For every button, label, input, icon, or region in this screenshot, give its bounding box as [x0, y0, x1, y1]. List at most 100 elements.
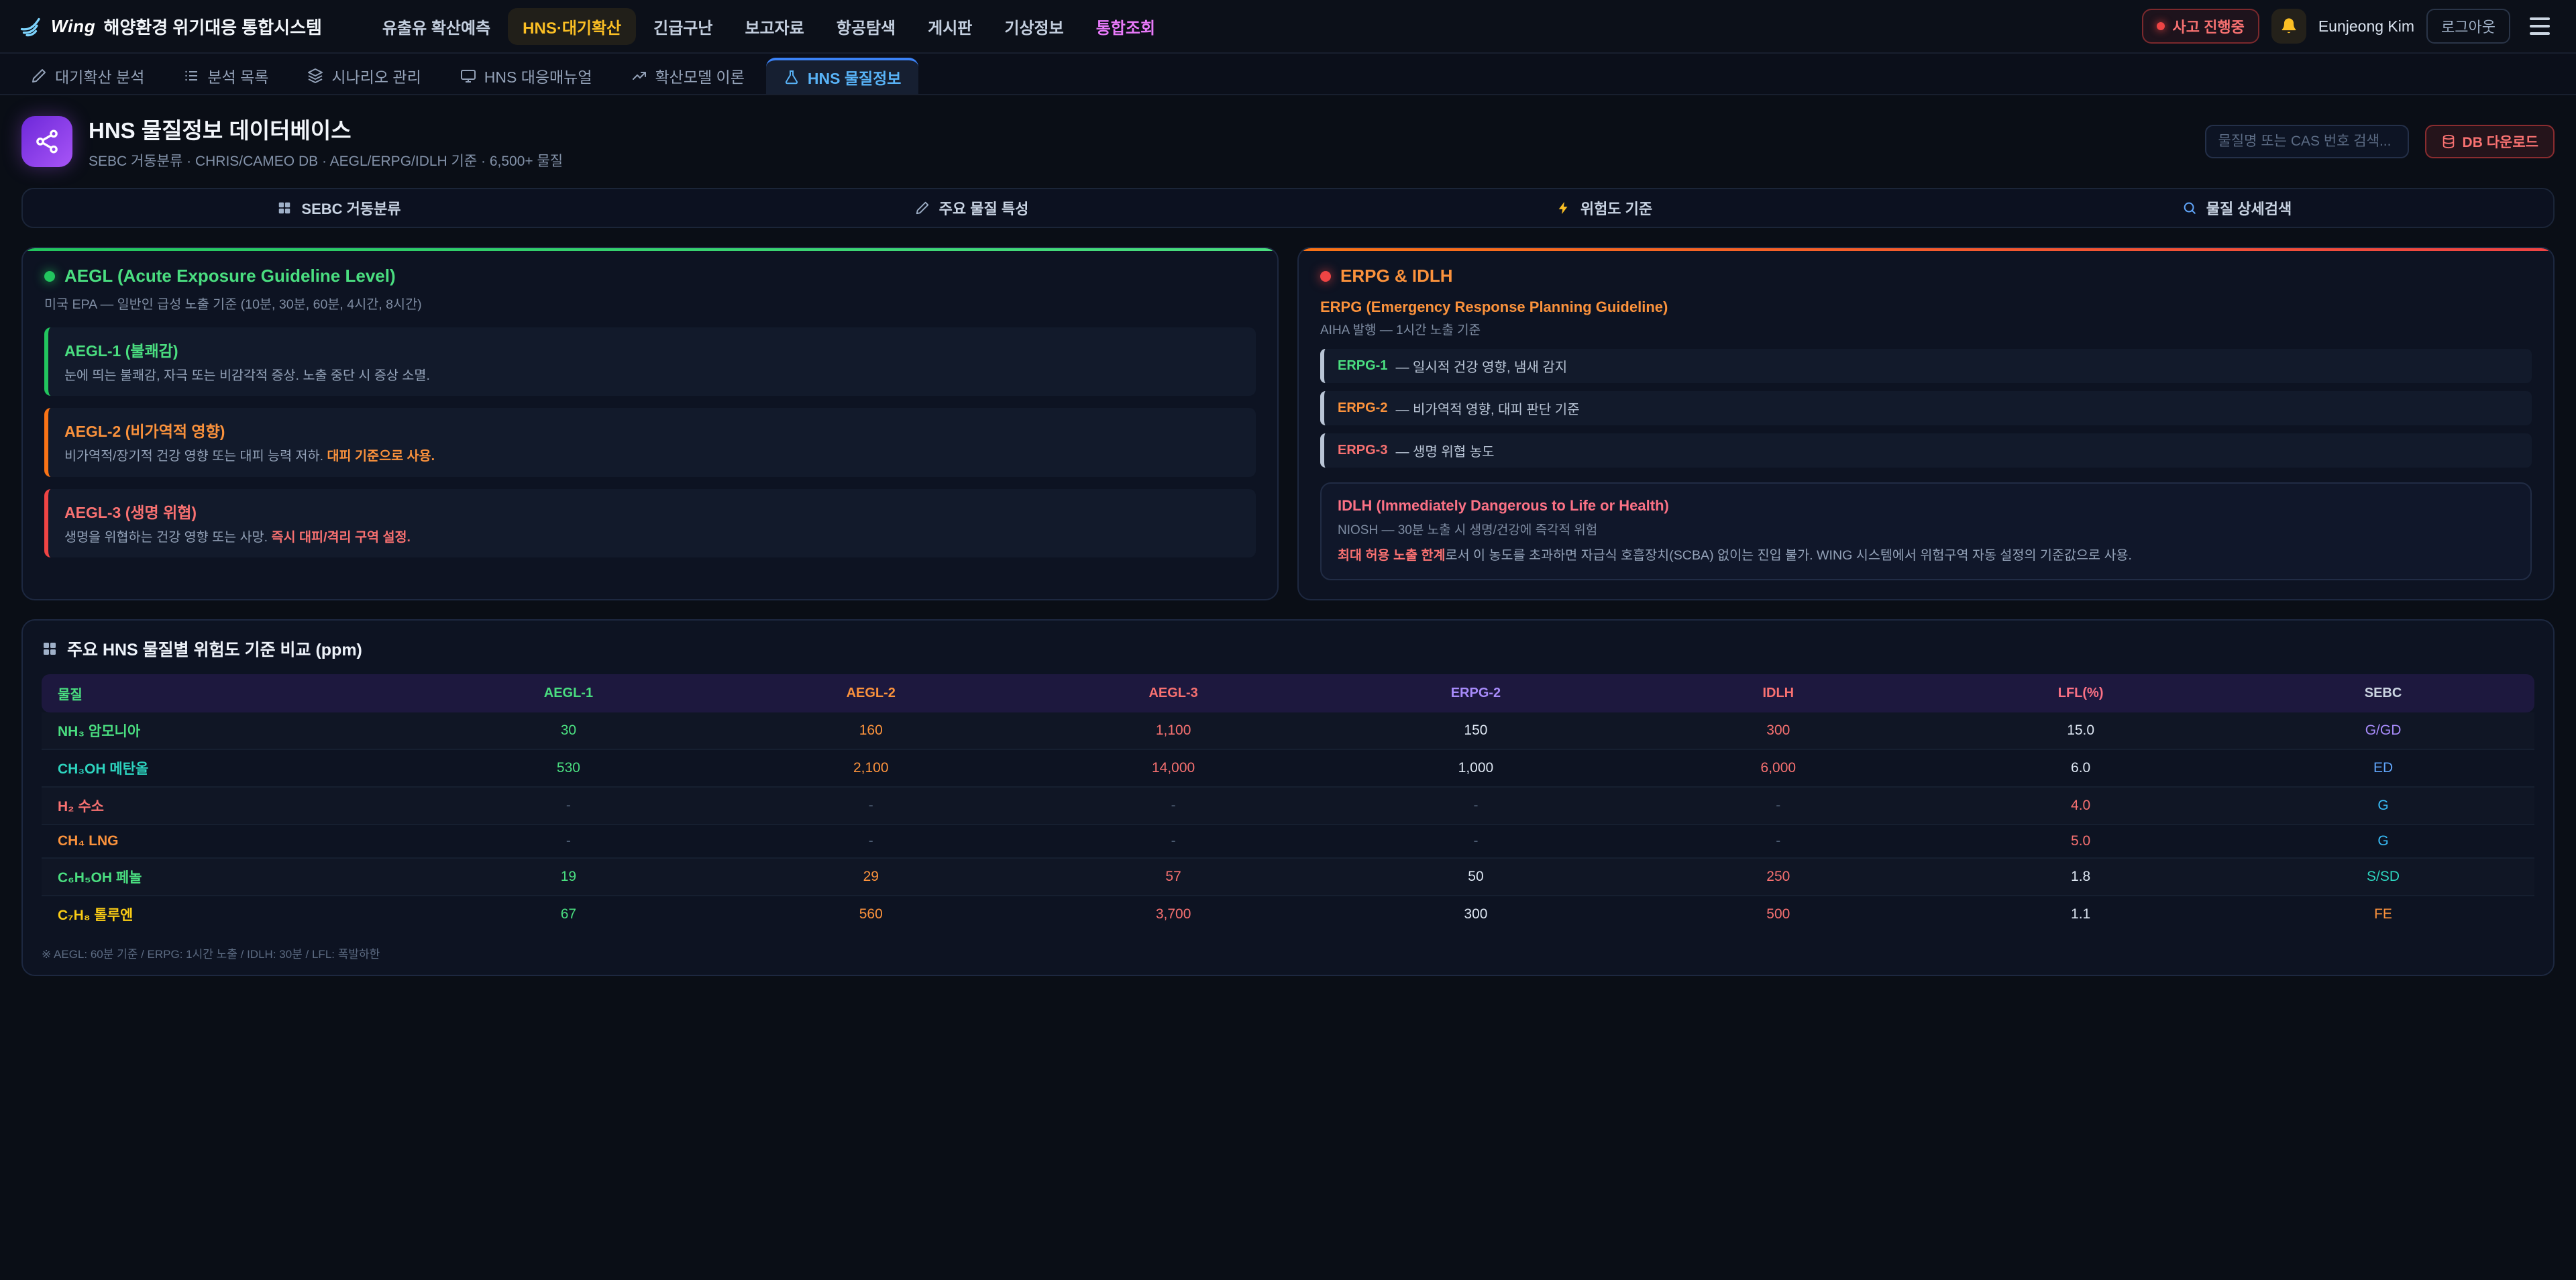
erpg-level-1-row: ERPG-1 — 일시적 건강 영향, 냄새 감지 — [1320, 349, 2532, 383]
red-dot-icon — [1320, 271, 1331, 282]
nav-item-reports[interactable]: 보고자료 — [730, 8, 818, 45]
criteria-cards: AEGL (Acute Exposure Guideline Level) 미국… — [21, 247, 2555, 600]
col-header-idlh: IDLH — [1627, 674, 1929, 712]
page-header: HNS 물질정보 데이터베이스 SEBC 거동분류 · CHRIS/CAMEO … — [0, 95, 2576, 186]
tab-dispersion-analysis[interactable]: 대기확산 분석 — [13, 58, 162, 94]
aegl-level-desc: 눈에 띄는 불쾌감, 자극 또는 비감각적 증상. 노출 중단 시 증상 소멸. — [64, 366, 1240, 385]
tab-label: HNS 대응매뉴얼 — [484, 64, 592, 87]
col-header-aegl2: AEGL-2 — [720, 674, 1022, 712]
erpg-card-title: ERPG & IDLH — [1320, 266, 2532, 286]
bolt-icon — [1556, 201, 1571, 215]
sebc-badge: G/GD — [2232, 712, 2534, 749]
nav-item-oil-spill-prediction[interactable]: 유출유 확산예측 — [368, 8, 505, 45]
substance-name: NH₃ 암모니아 — [42, 712, 417, 749]
pencil-icon — [31, 68, 47, 84]
menu-button[interactable] — [2522, 9, 2557, 44]
brand-title: 해양환경 위기대응 통합시스템 — [104, 14, 322, 39]
brand: Wing 해양환경 위기대응 통합시스템 — [19, 14, 322, 39]
tab-label: 대기확산 분석 — [55, 64, 144, 87]
monitor-icon — [460, 68, 476, 84]
col-header-aegl3: AEGL-3 — [1022, 674, 1325, 712]
substance-name: C₆H₅OH 페놀 — [42, 858, 417, 896]
tab-model-theory[interactable]: 확산모델 이론 — [614, 58, 762, 94]
section-tab-sebc[interactable]: SEBC 거동분류 — [23, 189, 655, 227]
nav-item-weather[interactable]: 기상정보 — [989, 8, 1078, 45]
tab-label: 분석 목록 — [207, 64, 268, 87]
nav-item-integrated-search[interactable]: 통합조회 — [1081, 8, 1170, 45]
hns-comparison-table: 물질 AEGL-1 AEGL-2 AEGL-3 ERPG-2 IDLH LFL(… — [42, 674, 2534, 932]
pencil-icon — [915, 201, 930, 215]
col-header-lfl: LFL(%) — [1929, 674, 2232, 712]
table-row: C₆H₅OH 페놀 19 29 57 50 250 1.8 S/SD — [42, 858, 2534, 896]
section-tab-label: SEBC 거동분류 — [301, 197, 400, 219]
table-title: 주요 HNS 물질별 위험도 기준 비교 (ppm) — [42, 637, 2534, 661]
aegl-card-subtitle: 미국 EPA — 일반인 급성 노출 기준 (10분, 30분, 60분, 4시… — [44, 293, 1256, 313]
tab-hns-manual[interactable]: HNS 대응매뉴얼 — [443, 58, 610, 94]
idlh-subtitle: NIOSH — 30분 노출 시 생명/건강에 즉각적 위험 — [1338, 520, 2514, 538]
section-tab-detail-search[interactable]: 물질 상세검색 — [1921, 189, 2553, 227]
substance-name: CH₃OH 메탄올 — [42, 749, 417, 787]
idlh-title: IDLH (Immediately Dangerous to Life or H… — [1338, 497, 2514, 515]
table-footnote: ※ AEGL: 60분 기준 / ERPG: 1시간 노출 / IDLH: 30… — [42, 945, 2534, 961]
substance-name: CH₄ LNG — [42, 824, 417, 858]
brand-mark: Wing — [51, 16, 96, 37]
aegl-card: AEGL (Acute Exposure Guideline Level) 미국… — [21, 247, 1279, 600]
idlh-description: 최대 허용 노출 한계로서 이 농도를 초과하면 자급식 호흡장치(SCBA) … — [1338, 546, 2514, 566]
tab-label: 확산모델 이론 — [655, 64, 745, 87]
grid-icon — [42, 641, 58, 657]
sebc-badge: G — [2232, 787, 2534, 824]
aegl-card-title: AEGL (Acute Exposure Guideline Level) — [44, 266, 1256, 286]
tab-scenario-management[interactable]: 시나리오 관리 — [290, 58, 438, 94]
status-dot-icon — [2157, 22, 2165, 30]
erpg-level-2-row: ERPG-2 — 비가역적 영향, 대피 판단 기준 — [1320, 391, 2532, 425]
top-nav: Wing 해양환경 위기대응 통합시스템 유출유 확산예측 HNS·대기확산 긴… — [0, 0, 2576, 54]
layers-icon — [307, 68, 323, 84]
db-download-button[interactable]: DB 다운로드 — [2425, 125, 2555, 158]
nav-item-board[interactable]: 게시판 — [913, 8, 987, 45]
search-icon — [2182, 201, 2197, 215]
notifications-button[interactable] — [2271, 9, 2306, 44]
tab-analysis-list[interactable]: 분석 목록 — [166, 58, 286, 94]
erpg-level-desc: — 일시적 건강 영향, 냄새 감지 — [1395, 356, 1567, 376]
idlh-box: IDLH (Immediately Dangerous to Life or H… — [1320, 482, 2532, 580]
table-header-row: 물질 AEGL-1 AEGL-2 AEGL-3 ERPG-2 IDLH LFL(… — [42, 674, 2534, 712]
erpg-level-3-row: ERPG-3 — 생명 위협 농도 — [1320, 433, 2532, 468]
nav-item-hns-atmospheric[interactable]: HNS·대기확산 — [508, 8, 636, 45]
grid-icon — [277, 201, 292, 215]
database-icon — [2441, 134, 2456, 149]
erpg-level-desc: — 비가역적 영향, 대피 판단 기준 — [1395, 398, 1579, 418]
tab-hns-substance-info[interactable]: HNS 물질정보 — [766, 58, 919, 94]
col-header-sebc: SEBC — [2232, 674, 2534, 712]
aegl-level-desc: 비가역적/장기적 건강 영향 또는 대피 능력 저하. 대피 기준으로 사용. — [64, 447, 1240, 466]
erpg-heading: ERPG (Emergency Response Planning Guidel… — [1320, 299, 2532, 316]
table-row: C₇H₈ 톨루엔 67 560 3,700 300 500 1.1 FE — [42, 896, 2534, 932]
aegl-level-desc: 생명을 위협하는 건강 영향 또는 사망. 즉시 대피/격리 구역 설정. — [64, 528, 1240, 547]
section-tab-label: 위험도 기준 — [1580, 197, 1652, 219]
bell-icon — [2279, 17, 2298, 36]
aegl-level-name: AEGL-1 (불쾌감) — [64, 338, 1240, 361]
logout-button[interactable]: 로그아웃 — [2426, 9, 2510, 44]
erpg-level-name: ERPG-1 — [1338, 358, 1387, 374]
chart-icon — [631, 68, 647, 84]
incident-status-badge[interactable]: 사고 진행중 — [2142, 9, 2259, 44]
col-header-aegl1: AEGL-1 — [417, 674, 720, 712]
page-subtitle: SEBC 거동분류 · CHRIS/CAMEO DB · AEGL/ERPG/I… — [89, 150, 563, 170]
section-tab-bar: SEBC 거동분류 주요 물질 특성 위험도 기준 물질 상세검색 — [21, 188, 2555, 228]
table-row: H₂ 수소 - - - - - 4.0 G — [42, 787, 2534, 824]
section-tab-risk-criteria[interactable]: 위험도 기준 — [1288, 189, 1921, 227]
sebc-badge: S/SD — [2232, 858, 2534, 896]
substance-name: C₇H₈ 톨루엔 — [42, 896, 417, 932]
sebc-badge: G — [2232, 824, 2534, 858]
nav-item-aerial-search[interactable]: 항공탐색 — [822, 8, 910, 45]
molecule-icon — [21, 116, 72, 167]
erpg-level-name: ERPG-2 — [1338, 401, 1387, 416]
aegl-level-2-item: AEGL-2 (비가역적 영향) 비가역적/장기적 건강 영향 또는 대피 능력… — [44, 408, 1256, 476]
erpg-level-desc: — 생명 위협 농도 — [1395, 441, 1494, 460]
incident-status-label: 사고 진행중 — [2173, 15, 2245, 37]
nav-item-emergency-rescue[interactable]: 긴급구난 — [639, 8, 727, 45]
substance-search-input[interactable] — [2205, 125, 2409, 158]
aegl-level-name: AEGL-2 (비가역적 영향) — [64, 419, 1240, 441]
col-header-erpg2: ERPG-2 — [1325, 674, 1627, 712]
section-tab-properties[interactable]: 주요 물질 특성 — [655, 189, 1288, 227]
nav-right-cluster: 사고 진행중 Eunjeong Kim 로그아웃 — [2142, 9, 2558, 44]
